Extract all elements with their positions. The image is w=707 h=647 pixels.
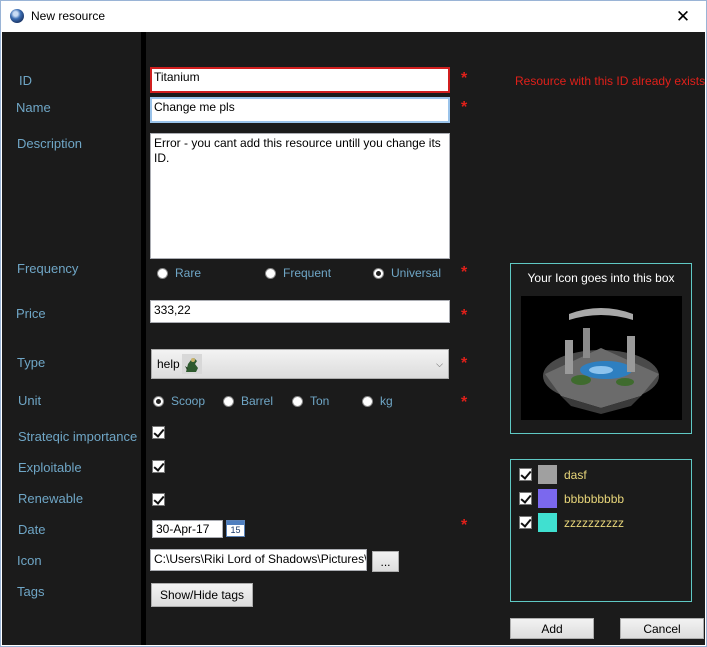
description-textarea[interactable]: Error - you cant add this resource until… xyxy=(150,133,450,259)
exploitable-checkbox[interactable] xyxy=(152,460,165,473)
calendar-icon[interactable]: 15 xyxy=(226,520,245,537)
browse-icon-button[interactable]: ... xyxy=(372,551,399,572)
radio-indicator xyxy=(157,267,168,279)
tag-item[interactable]: dasf xyxy=(519,465,587,484)
id-required-mark: * xyxy=(461,70,468,87)
name-label: Name xyxy=(16,100,51,115)
renewable-checkbox[interactable] xyxy=(152,493,165,506)
new-resource-window: New resource ✕ ID Name Description Frequ… xyxy=(0,0,707,647)
date-label: Date xyxy=(18,522,46,537)
tag-name: bbbbbbbbb xyxy=(564,491,625,506)
radio-label: kg xyxy=(380,394,393,408)
form-area: ID Name Description Frequency Price Type… xyxy=(2,32,705,645)
name-required-mark: * xyxy=(461,99,468,116)
title-bar[interactable]: New resource ✕ xyxy=(1,1,706,32)
close-button[interactable]: ✕ xyxy=(660,1,706,32)
frequency-frequent-radio[interactable]: Frequent xyxy=(265,266,331,280)
unit-ton-radio[interactable]: Ton xyxy=(292,394,329,408)
id-error-message: Resource with this ID already exists xyxy=(515,74,706,88)
tag-item[interactable]: bbbbbbbbb xyxy=(519,489,624,508)
type-required-mark: * xyxy=(461,355,468,372)
radio-indicator xyxy=(292,395,303,407)
tag-color-swatch xyxy=(538,489,557,508)
tag-item[interactable]: zzzzzzzzzz xyxy=(519,513,624,532)
date-required-mark: * xyxy=(461,517,468,534)
radio-label: Frequent xyxy=(283,266,332,280)
type-selected-value: help xyxy=(157,357,180,371)
radio-indicator xyxy=(223,395,234,407)
radio-label: Rare xyxy=(175,266,202,280)
radio-label: Barrel xyxy=(241,394,274,408)
unit-barrel-radio[interactable]: Barrel xyxy=(223,394,273,408)
show-hide-tags-button[interactable]: Show/Hide tags xyxy=(151,583,253,607)
strategic-importance-label: Strateqic importance xyxy=(18,429,138,444)
radio-label: Scoop xyxy=(171,394,206,408)
app-globe-icon xyxy=(10,9,24,23)
price-input[interactable]: 333,22 xyxy=(150,300,450,323)
unit-required-mark: * xyxy=(461,394,468,411)
radio-indicator xyxy=(373,267,384,279)
icon-label: Icon xyxy=(17,553,42,568)
price-label: Price xyxy=(16,306,46,321)
icon-panel-title: Your Icon goes into this box xyxy=(527,271,675,285)
icon-preview-panel: Your Icon goes into this box xyxy=(510,263,692,434)
name-input[interactable]: Change me pls xyxy=(150,97,450,123)
radio-indicator xyxy=(265,267,276,279)
tags-panel: dasf bbbbbbbbb zzzzzzzzzz xyxy=(510,459,692,602)
frequency-label: Frequency xyxy=(17,261,79,276)
unit-kg-radio[interactable]: kg xyxy=(362,394,393,408)
tag-color-swatch xyxy=(538,465,557,484)
frequency-rare-radio[interactable]: Rare xyxy=(157,266,201,280)
exploitable-label: Exploitable xyxy=(18,460,82,475)
strategic-importance-checkbox[interactable] xyxy=(152,426,165,439)
radio-indicator xyxy=(362,395,373,407)
tag-checkbox[interactable] xyxy=(519,492,532,505)
floating-island-icon xyxy=(521,296,682,420)
id-label: ID xyxy=(19,73,32,88)
renewable-label: Renewable xyxy=(18,491,84,506)
unit-label: Unit xyxy=(18,393,42,408)
add-button[interactable]: Add xyxy=(510,618,594,639)
type-label: Type xyxy=(17,355,46,370)
icon-path-input[interactable]: C:\Users\Riki Lord of Shadows\Pictures\F xyxy=(150,549,367,571)
window-title: New resource xyxy=(31,9,106,23)
id-input[interactable]: Titanium xyxy=(150,67,450,93)
icon-preview-box[interactable] xyxy=(521,296,682,420)
tags-label: Tags xyxy=(17,584,45,599)
radio-label: Universal xyxy=(391,266,442,280)
tag-color-swatch xyxy=(538,513,557,532)
type-select[interactable]: help ⌵ xyxy=(151,349,449,379)
tag-checkbox[interactable] xyxy=(519,468,532,481)
chevron-down-icon: ⌵ xyxy=(436,359,443,369)
radio-label: Ton xyxy=(310,394,330,408)
frequency-universal-radio[interactable]: Universal xyxy=(373,266,441,280)
tag-checkbox[interactable] xyxy=(519,516,532,529)
unit-scoop-radio[interactable]: Scoop xyxy=(153,394,205,408)
cancel-button[interactable]: Cancel xyxy=(620,618,704,639)
help-creature-icon xyxy=(181,354,202,374)
label-column-divider xyxy=(141,32,146,645)
price-required-mark: * xyxy=(461,307,468,324)
tag-name: zzzzzzzzzz xyxy=(564,515,624,530)
description-label: Description xyxy=(17,136,83,151)
frequency-required-mark: * xyxy=(461,264,468,281)
radio-indicator xyxy=(153,395,164,407)
tag-name: dasf xyxy=(564,467,587,482)
date-input[interactable]: 30-Apr-17 xyxy=(152,520,223,538)
